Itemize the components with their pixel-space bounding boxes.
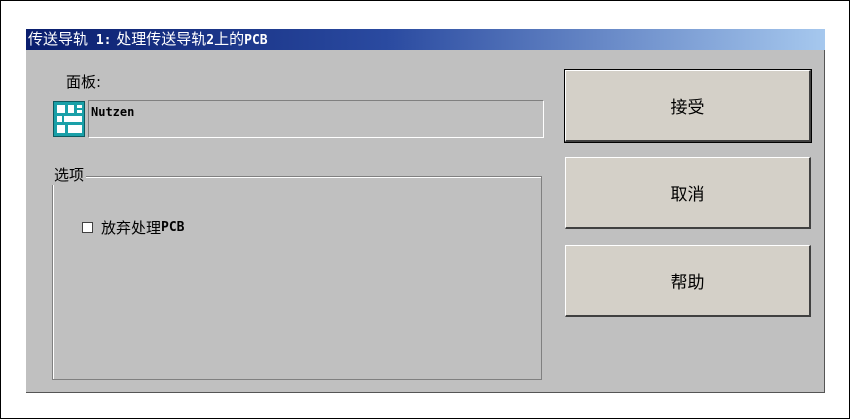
title-text: 处理传送导轨	[111, 30, 207, 48]
help-button[interactable]: 帮助	[565, 245, 811, 317]
accept-button[interactable]: 接受	[564, 69, 812, 143]
cancel-button[interactable]: 取消	[565, 157, 811, 229]
title-prefix: 传送导轨	[28, 30, 89, 48]
title-rail-number: 1:	[88, 33, 112, 48]
discard-pcb-label: 放弃处理	[101, 219, 162, 237]
discard-pcb-checkbox[interactable]	[82, 222, 93, 233]
title-rail-number-2: 2	[206, 33, 215, 48]
discard-pcb-option[interactable]: 放弃处理 PCB	[82, 217, 185, 238]
title-pcb: PCB	[244, 33, 268, 48]
panel-name-field[interactable]: Nutzen	[88, 100, 544, 138]
dialog-titlebar[interactable]: 传送导轨 1: 处理传送导轨2上的PCB	[26, 29, 825, 50]
title-text-2: 上的	[214, 30, 245, 48]
panel-board-icon	[53, 101, 85, 137]
options-groupbox	[52, 176, 542, 380]
options-legend: 选项	[52, 164, 87, 185]
discard-pcb-label-suffix: PCB	[161, 220, 185, 235]
panel-label: 面板:	[66, 73, 102, 91]
transfer-rail-dialog: 传送导轨 1: 处理传送导轨2上的PCB 面板: Nutzen 选项 放弃处理 P…	[26, 29, 825, 393]
